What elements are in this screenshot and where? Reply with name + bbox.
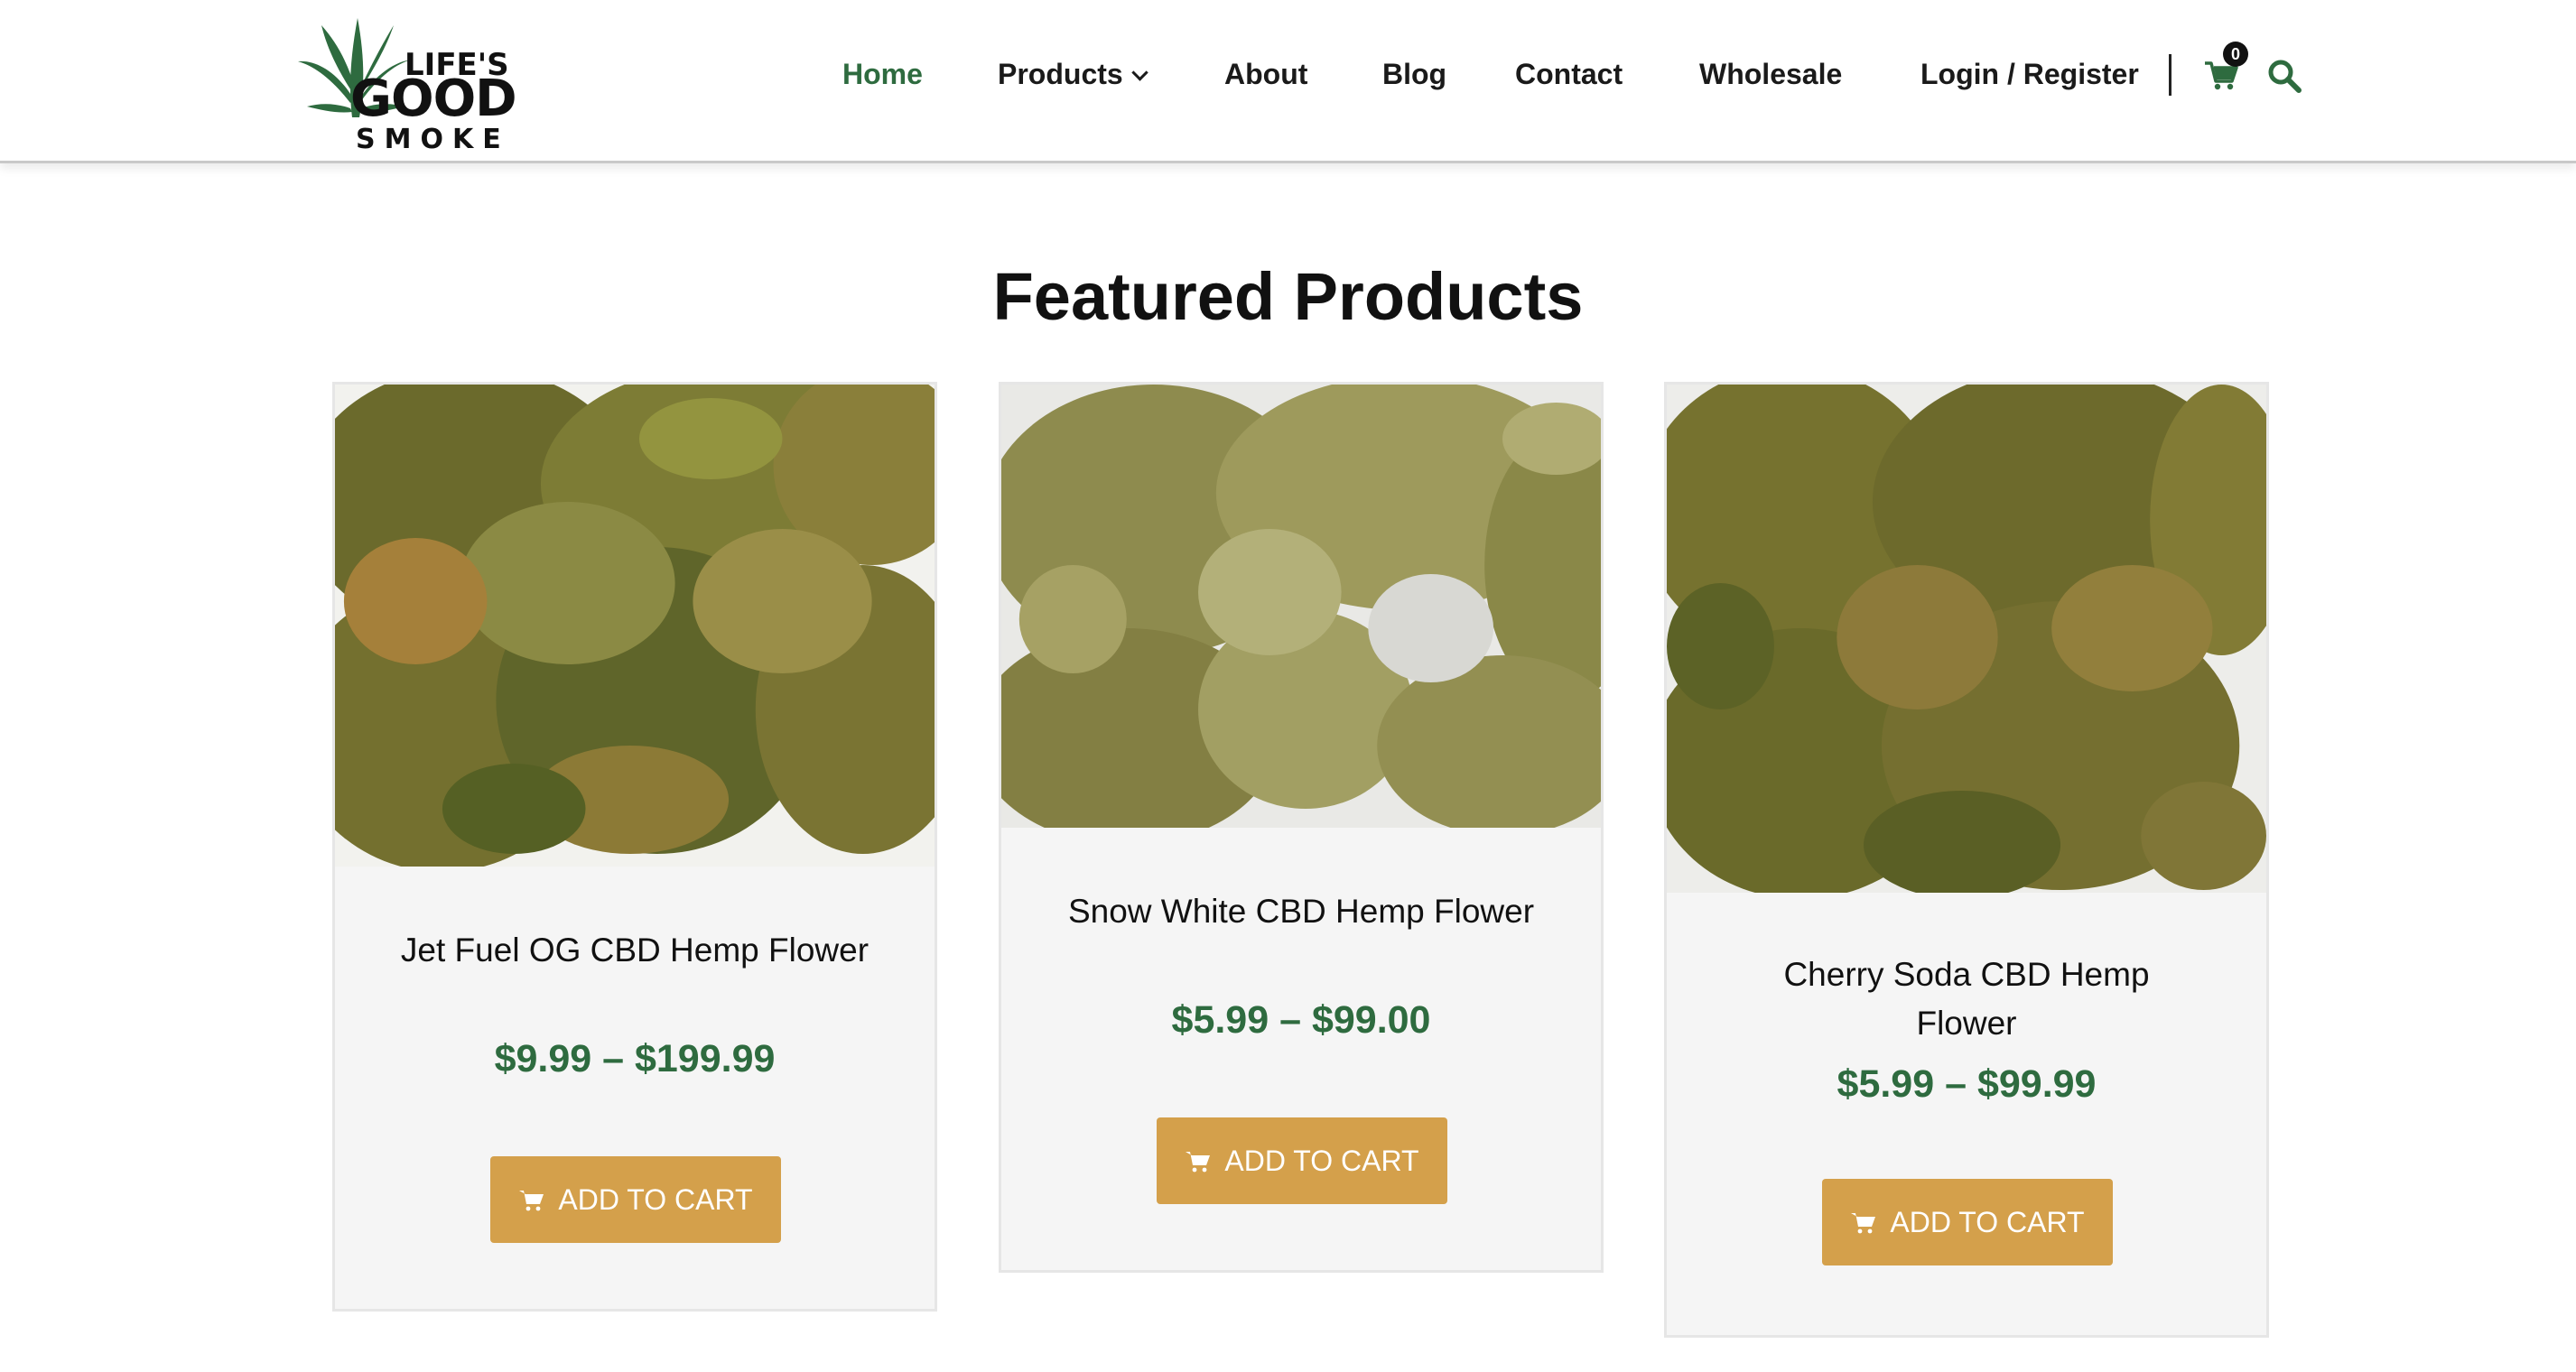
cart-count-badge: 0 [2223, 42, 2248, 67]
add-to-cart-label: ADD TO CART [558, 1183, 753, 1216]
search-icon[interactable] [2266, 58, 2302, 94]
nav-divider [2169, 54, 2171, 96]
site-header: LIFE'S GOOD SMOKE Home Products About Bl… [0, 0, 2576, 163]
cart-icon [1851, 1212, 1876, 1233]
product-price: $9.99 – $199.99 [494, 1037, 776, 1080]
product-price: $5.99 – $99.00 [1171, 998, 1431, 1042]
nav-about[interactable]: About [1224, 54, 1307, 94]
add-to-cart-button[interactable]: ADD TO CART [1822, 1179, 2113, 1265]
nav-products[interactable]: Products [998, 54, 1149, 94]
hemp-flower-image [1667, 385, 2266, 893]
hemp-flower-image [335, 385, 935, 867]
nav-contact[interactable]: Contact [1515, 54, 1623, 94]
nav-blog[interactable]: Blog [1382, 54, 1446, 94]
nav-home[interactable]: Home [842, 54, 923, 94]
add-to-cart-button[interactable]: ADD TO CART [1157, 1117, 1447, 1204]
featured-products-title: Featured Products [992, 259, 1584, 334]
product-image[interactable] [1001, 385, 1601, 828]
logo-text-good: GOOD [350, 70, 517, 128]
chevron-down-icon [1130, 64, 1149, 81]
product-price: $5.99 – $99.99 [1837, 1062, 2097, 1106]
nav-products-label: Products [998, 58, 1123, 90]
cart-icon [1186, 1151, 1211, 1172]
product-name[interactable]: Cherry Soda CBD Hemp Flower [1757, 950, 2176, 1048]
site-logo[interactable]: LIFE'S GOOD SMOKE [296, 16, 517, 154]
product-image[interactable] [1667, 385, 2266, 893]
product-name[interactable]: Jet Fuel OG CBD Hemp Flower [353, 926, 916, 975]
product-name[interactable]: Snow White CBD Hemp Flower [1019, 887, 1583, 936]
hemp-flower-image [1001, 385, 1601, 828]
nav-wholesale[interactable]: Wholesale [1699, 54, 1842, 94]
add-to-cart-label: ADD TO CART [1890, 1206, 2085, 1238]
nav-login-register[interactable]: Login / Register [1920, 54, 2139, 94]
add-to-cart-button[interactable]: ADD TO CART [490, 1156, 781, 1243]
product-image[interactable] [335, 385, 935, 867]
cart-icon [519, 1190, 544, 1210]
product-card: Cherry Soda CBD Hemp Flower $5.99 – $99.… [1664, 382, 2269, 1338]
logo-text-smoke: SMOKE [356, 124, 510, 155]
add-to-cart-label: ADD TO CART [1224, 1145, 1419, 1177]
product-card: Jet Fuel OG CBD Hemp Flower $9.99 – $199… [332, 382, 937, 1312]
product-card: Snow White CBD Hemp Flower $5.99 – $99.0… [999, 382, 1604, 1273]
